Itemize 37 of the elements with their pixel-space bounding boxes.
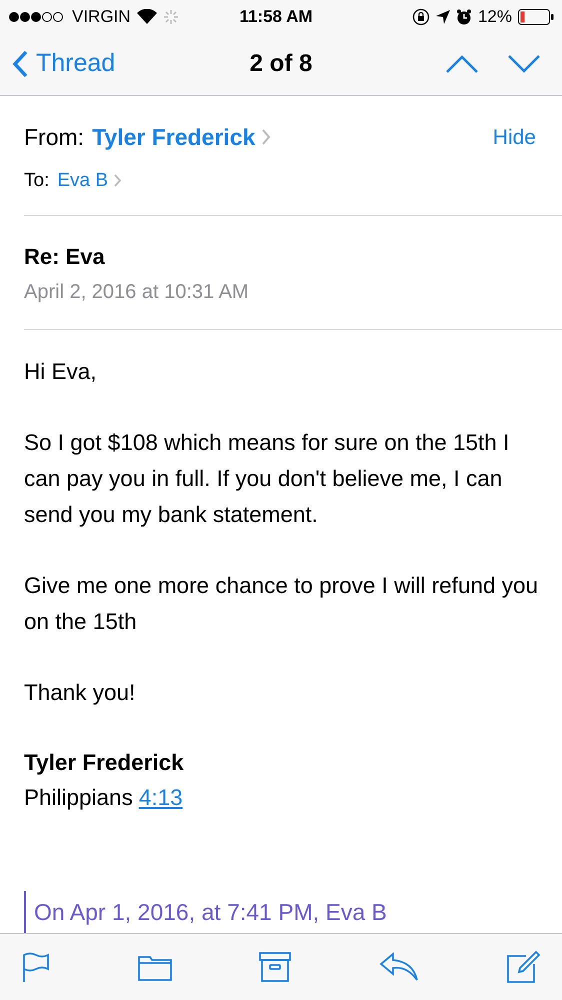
flag-icon[interactable] [22, 952, 50, 982]
battery-icon [518, 8, 554, 24]
message-paragraph: Thank you! [24, 679, 136, 707]
verse-link[interactable]: 4:13 [138, 781, 183, 815]
message-paragraph: Hi Eva, [24, 358, 98, 386]
sender-link[interactable]: Tyler Frederick [92, 120, 256, 154]
spinner-icon [162, 8, 179, 24]
previous-chevron-icon[interactable] [446, 55, 478, 73]
message-count-title: 2 of 8 [250, 49, 312, 79]
rotation-lock-icon [412, 8, 430, 26]
to-label: To: [24, 168, 50, 192]
next-chevron-icon[interactable] [508, 55, 540, 73]
carrier-name: VIRGIN [72, 6, 131, 28]
location-arrow-icon [436, 10, 450, 24]
sent-date: April 2, 2016 at 10:31 AM [24, 280, 250, 305]
folder-icon[interactable] [138, 953, 172, 981]
alarm-icon [456, 8, 472, 24]
reply-arrow-icon[interactable] [378, 952, 418, 982]
message-paragraph: Give me one more chance to prove I will refund you on the 15th [24, 572, 540, 636]
chevron-icon [113, 173, 122, 188]
subject: Re: Eva [24, 243, 106, 271]
recipient-link[interactable]: Eva B [57, 166, 108, 195]
wifi-icon [136, 9, 157, 24]
back-chevron-icon[interactable] [12, 50, 28, 78]
signature-text: Philippians [24, 784, 133, 812]
hide-button[interactable]: Hide [492, 122, 538, 153]
back-button[interactable]: Thread [12, 45, 192, 83]
message-paragraph: So I got $108 which means for sure on the 15th I can pay you in full. If you don't believe me, I can send you my bank statement. [24, 429, 510, 529]
signal-icon [8, 10, 66, 22]
clock-time: 11:58 AM [239, 6, 313, 28]
chevron-icon [261, 128, 272, 146]
compose-icon[interactable] [506, 950, 540, 984]
battery-percent: 12% [478, 6, 512, 28]
signature-name: Tyler Frederick [24, 749, 185, 777]
quoted-header: On Apr 1, 2016, at 7:41 PM, Eva B [34, 899, 387, 925]
from-label: From: [24, 123, 84, 152]
archive-box-icon[interactable] [259, 952, 291, 982]
